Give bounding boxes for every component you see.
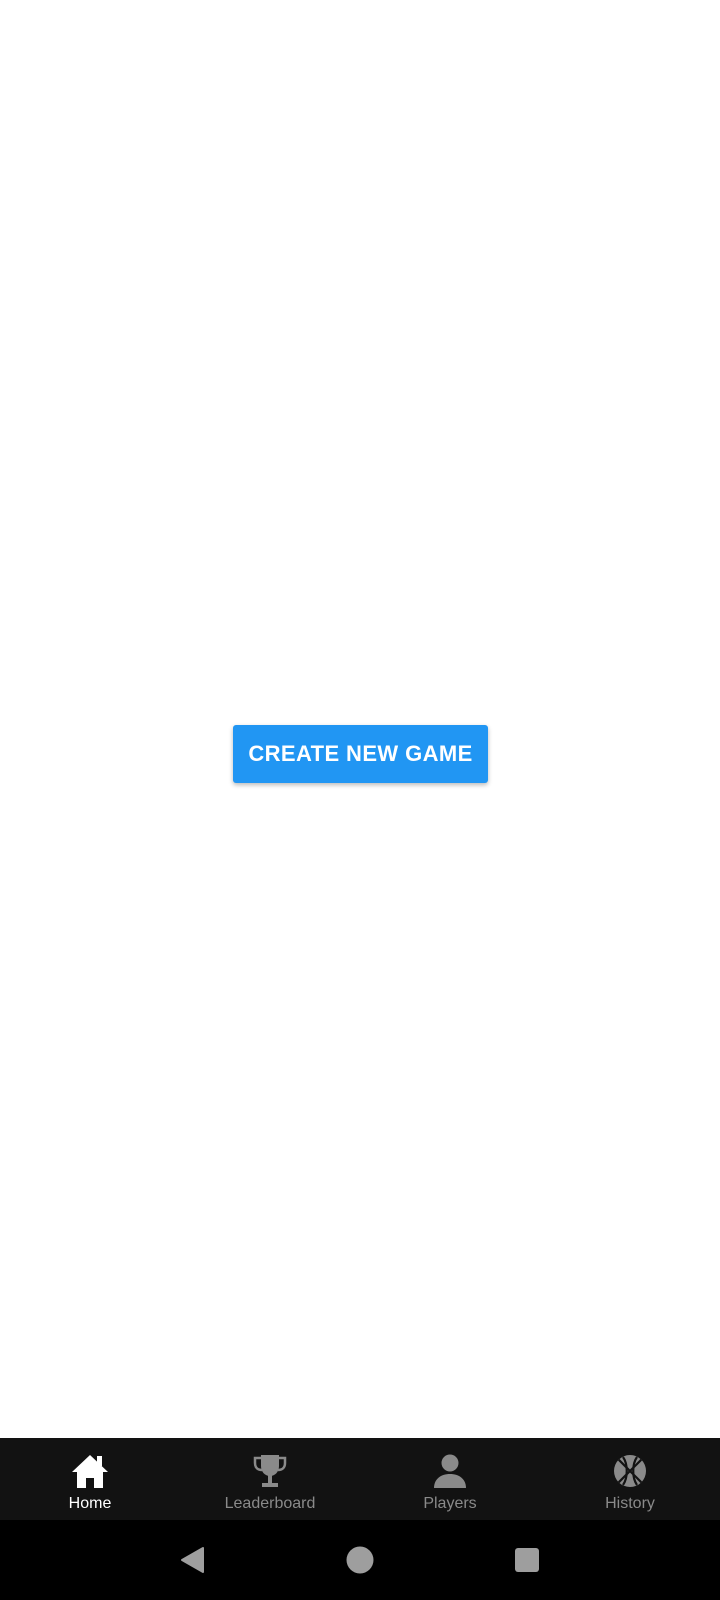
nav-item-leaderboard[interactable]: Leaderboard <box>180 1438 360 1520</box>
nav-label-home: Home <box>68 1495 112 1512</box>
trophy-icon <box>250 1452 290 1490</box>
nav-label-leaderboard: Leaderboard <box>224 1495 316 1512</box>
nav-label-players: Players <box>423 1495 477 1512</box>
home-icon <box>70 1452 110 1490</box>
main-content: CREATE NEW GAME <box>0 0 720 1438</box>
home-circle-icon[interactable] <box>340 1540 380 1580</box>
create-new-game-button[interactable]: CREATE NEW GAME <box>233 725 488 783</box>
back-icon[interactable] <box>173 1540 213 1580</box>
recents-icon[interactable] <box>507 1540 547 1580</box>
nav-item-history[interactable]: History <box>540 1438 720 1520</box>
nav-item-players[interactable]: Players <box>360 1438 540 1520</box>
system-navigation-bar <box>0 1520 720 1600</box>
person-icon <box>430 1452 470 1490</box>
nav-label-history: History <box>605 1495 655 1512</box>
basketball-icon <box>610 1452 650 1490</box>
bottom-navigation-bar: Home Leaderboard Players History <box>0 1438 720 1520</box>
nav-item-home[interactable]: Home <box>0 1438 180 1520</box>
